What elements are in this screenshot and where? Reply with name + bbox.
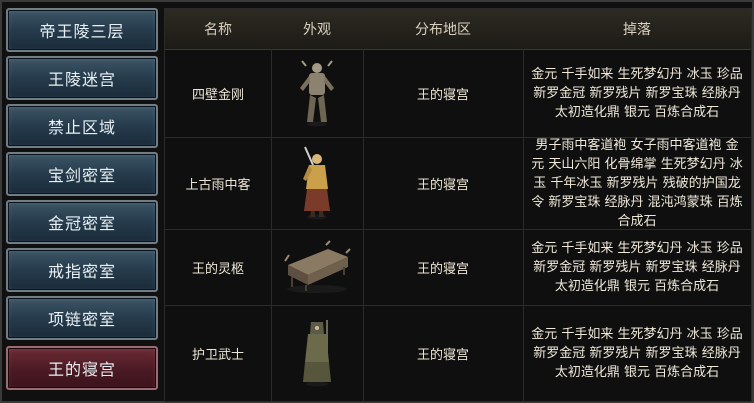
monster-name: 护卫武士 — [191, 347, 244, 363]
sidebar-item-8-active[interactable]: 王的寝宫 — [6, 346, 158, 390]
sidebar-item-7[interactable]: 项链密室 — [6, 296, 158, 340]
monster-name: 上古雨中客 — [185, 177, 251, 193]
armored-demon-figure-icon — [271, 49, 363, 137]
monster-name: 四壁金刚 — [191, 87, 244, 103]
sidebar-item-label: 禁止区域 — [47, 118, 116, 137]
table-row: 护卫武士 王的寝宫 金元 千手如来 生死梦幻丹 冰玉 珍品新罗金冠 新罗残片 新… — [165, 305, 751, 401]
sidebar-item-label: 宝剑密室 — [47, 166, 116, 185]
table-row: 四壁金刚 王的寝宫 金元 千手如来 生死梦幻丹 冰玉 珍品新罗金冠 新罗残片 新… — [165, 49, 751, 138]
header-appearance: 外观 — [303, 22, 331, 38]
sidebar-item-3[interactable]: 禁止区域 — [6, 104, 158, 148]
sidebar-item-label: 戒指密室 — [47, 262, 116, 281]
sidebar-item-4[interactable]: 宝剑密室 — [6, 152, 158, 196]
sidebar-item-6[interactable]: 戒指密室 — [6, 248, 158, 292]
header-drops: 掉落 — [623, 22, 651, 38]
hooded-guard-figure-icon — [271, 305, 363, 401]
robed-swordsman-figure-icon — [271, 137, 363, 229]
sidebar: 帝王陵三层 王陵迷宫 禁止区域 宝剑密室 金冠密室 戒指密室 项链密室 王的寝宫 — [6, 8, 158, 400]
sidebar-item-label: 王的寝宫 — [47, 360, 116, 379]
table-row: 上古雨中客 王的寝宫 男子雨中客道袍 女子雨中客道袍 金元 天山六阳 化骨绵掌 … — [165, 137, 751, 230]
coffin-icon — [271, 229, 363, 305]
monster-region: 王的寝宫 — [416, 347, 469, 363]
sidebar-item-1[interactable]: 帝王陵三层 — [6, 8, 158, 52]
sidebar-item-5[interactable]: 金冠密室 — [6, 200, 158, 244]
sidebar-item-label: 王陵迷宫 — [47, 70, 116, 89]
monster-name: 王的灵柩 — [191, 261, 244, 277]
table-header: 名称 外观 分布地区 掉落 — [165, 9, 751, 50]
monster-region: 王的寝宫 — [416, 261, 469, 277]
monster-region: 王的寝宫 — [416, 177, 469, 193]
monster-drops: 金元 千手如来 生死梦幻丹 冰玉 珍品新罗金冠 新罗残片 新罗宝珠 经脉丹 太初… — [531, 66, 743, 120]
monster-region: 王的寝宫 — [416, 87, 469, 103]
header-name: 名称 — [204, 22, 232, 38]
sidebar-item-2[interactable]: 王陵迷宫 — [6, 56, 158, 100]
header-region: 分布地区 — [415, 22, 471, 38]
monster-drops: 金元 千手如来 生死梦幻丹 冰玉 珍品新罗金冠 新罗残片 新罗宝珠 经脉丹 太初… — [531, 326, 743, 380]
monster-table: 名称 外观 分布地区 掉落 四壁金刚 王的寝宫 金元 千手如来 生死梦幻丹 冰玉… — [164, 8, 752, 402]
monster-drops: 男子雨中客道袍 女子雨中客道袍 金元 天山六阳 化骨绵掌 生死梦幻丹 冰玉 千年… — [531, 137, 743, 229]
sidebar-item-label: 项链密室 — [47, 310, 116, 329]
monster-drops: 金元 千手如来 生死梦幻丹 冰玉 珍品新罗金冠 新罗残片 新罗宝珠 经脉丹 太初… — [531, 240, 743, 294]
sidebar-item-label: 帝王陵三层 — [39, 22, 125, 41]
sidebar-item-label: 金冠密室 — [47, 214, 116, 233]
table-row: 王的灵柩 王的寝宫 金元 千手如来 生死梦幻丹 冰玉 珍品新罗金冠 新罗残片 新… — [165, 229, 751, 306]
